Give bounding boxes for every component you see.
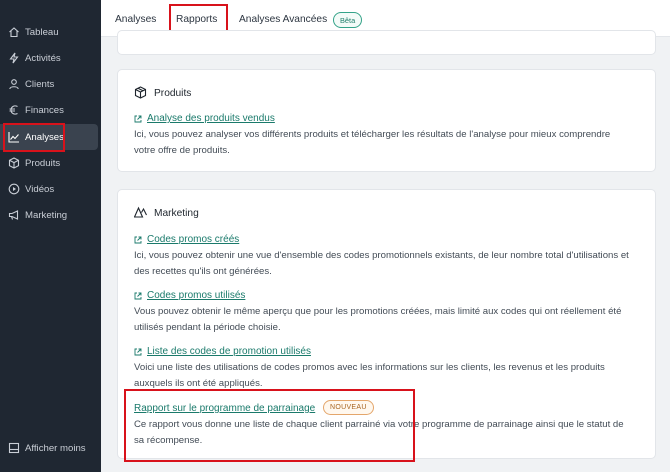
tab-analyses-avancees[interactable]: Analyses Avancées — [239, 14, 327, 25]
sidebar-item-label: Marketing — [25, 209, 68, 221]
collapse-sidebar-button[interactable]: Afficher moins — [0, 435, 98, 461]
collapse-label: Afficher moins — [25, 442, 86, 454]
marketing-title: Marketing — [154, 208, 199, 219]
produits-title-text: Produits — [154, 88, 192, 99]
sidebar-item-label: Finances — [25, 104, 64, 116]
report-description: Ce rapport vous donne une liste de chaqu… — [134, 419, 624, 446]
report-description: Ici, vous pouvez obtenir une vue d'ensem… — [134, 250, 629, 277]
sidebar-item-label: Activités — [25, 52, 61, 64]
link-analyse-produits[interactable]: Analyse des produits vendus — [134, 113, 275, 124]
link-text[interactable]: Codes promos créés — [147, 234, 239, 245]
link-text[interactable]: Analyse des produits vendus — [147, 113, 275, 124]
megaphone-icon — [8, 209, 20, 221]
sidebar-item-finances[interactable]: Finances — [0, 97, 98, 123]
external-link-icon — [134, 236, 142, 243]
play-circle-icon — [8, 183, 20, 195]
box-icon — [134, 86, 147, 99]
sidebar-collapse-icon — [8, 442, 20, 454]
box-icon — [8, 157, 20, 169]
external-link-icon — [134, 348, 142, 355]
produits-card: Produits Analyse des produits vendus Ici… — [117, 69, 656, 172]
link-codes-promos-utilises[interactable]: Codes promos utilisés — [134, 290, 245, 301]
home-icon — [8, 26, 20, 38]
previous-report-card — [117, 30, 656, 55]
nouveau-badge: NOUVEAU — [323, 400, 374, 415]
link-rapport-parrainage[interactable]: Rapport sur le programme de parrainage — [134, 403, 315, 414]
tab-rapports[interactable]: Rapports — [176, 14, 217, 25]
sidebar-item-label: Clients — [25, 78, 55, 90]
link-text[interactable]: Codes promos utilisés — [147, 290, 245, 301]
report-description: Voici une liste des utilisations de code… — [134, 362, 605, 389]
sidebar-item-videos[interactable]: Vidéos — [0, 176, 98, 202]
produits-description: Ici, vous pouvez analyser vos différents… — [134, 129, 611, 156]
tab-analyses[interactable]: Analyses — [115, 14, 156, 25]
chart-line-icon — [8, 131, 20, 143]
sidebar-item-label: Analyses — [25, 131, 64, 143]
link-text[interactable]: Rapport sur le programme de parrainage — [134, 403, 315, 414]
produits-title: Produits — [154, 88, 191, 99]
link-text[interactable]: Liste des codes de promotion utilisés — [147, 346, 311, 357]
sidebar-item-clients[interactable]: Clients — [0, 71, 98, 97]
sidebar: Tableau Activités Clients Finances Analy… — [0, 0, 101, 472]
marketing-title-text: Marketing — [154, 208, 199, 219]
link-codes-promos-crees[interactable]: Codes promos créés — [134, 234, 239, 245]
euro-icon — [8, 104, 20, 116]
sidebar-item-activites[interactable]: Activités — [0, 45, 98, 71]
sidebar-item-produits[interactable]: Produits — [0, 150, 98, 176]
sidebar-item-label: Vidéos — [25, 183, 55, 195]
report-description: Vous pouvez obtenir le même aperçu que p… — [134, 306, 622, 333]
marketing-shapes-icon — [133, 206, 147, 219]
sidebar-item-tableau[interactable]: Tableau — [0, 19, 98, 45]
beta-badge: Bêta — [333, 12, 363, 28]
user-icon — [8, 78, 20, 90]
sidebar-item-label: Produits — [25, 157, 61, 169]
sidebar-item-analyses[interactable]: Analyses — [0, 124, 98, 150]
link-liste-codes-promotion[interactable]: Liste des codes de promotion utilisés — [134, 346, 311, 357]
external-link-icon — [134, 292, 142, 299]
marketing-card: Marketing Codes promos créés Ici, vous p… — [117, 189, 656, 459]
sidebar-item-marketing[interactable]: Marketing — [0, 202, 98, 228]
sidebar-item-label: Tableau — [25, 26, 59, 38]
bolt-icon — [8, 52, 20, 64]
external-link-icon — [134, 115, 142, 122]
